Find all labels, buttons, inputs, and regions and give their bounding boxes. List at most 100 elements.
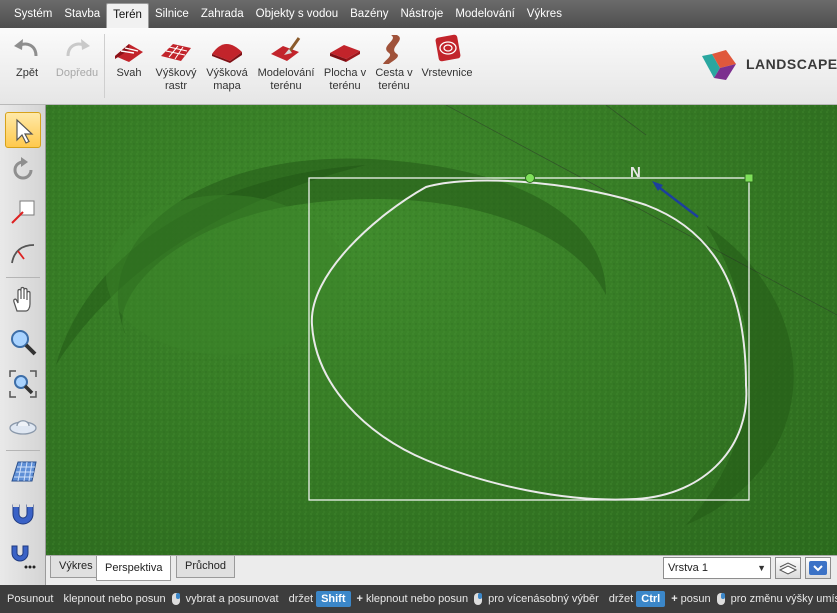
ctrl-key-badge: Ctrl — [636, 591, 666, 607]
undo-label: Zpět — [15, 67, 38, 79]
arc-tool-button[interactable] — [5, 236, 41, 272]
height-grid-button[interactable]: Výškový rastr — [152, 34, 200, 93]
ribbon: Zpět Dopředu Svah Výškový rastr Výšková … — [0, 28, 837, 105]
layers-icon — [778, 562, 798, 575]
height-map-icon — [212, 43, 242, 63]
rotate-icon — [13, 157, 33, 180]
measure-tool-button[interactable] — [5, 194, 41, 230]
magnet-settings-tool-button[interactable] — [5, 538, 41, 574]
hand-pan-icon — [13, 286, 31, 312]
rotate-tool-button[interactable] — [5, 152, 41, 188]
compass-letter: N — [630, 164, 641, 181]
terrain-path-button[interactable]: Cesta v terénu — [372, 34, 416, 93]
zoom-extents-tool-button[interactable] — [5, 366, 41, 402]
brand-text: LANDSCAPE — [746, 56, 837, 72]
height-grid-icon — [161, 44, 191, 61]
height-map-button[interactable]: Výšková mapa — [204, 34, 250, 93]
terrain-modeling-icon — [271, 37, 301, 61]
status-hint-2: držet Shift + klepnout nebo posun pro ví… — [286, 591, 602, 607]
select-tool-button[interactable] — [5, 112, 41, 148]
tab-vykres[interactable]: Výkres — [50, 556, 102, 578]
terrain-mound — [106, 195, 346, 355]
select-icon — [16, 118, 34, 144]
mouse-icon — [716, 593, 725, 605]
status-hold-1: držet — [288, 593, 314, 605]
status-hold-2: držet — [608, 593, 634, 605]
terrain-modeling-button[interactable]: Modelování terénu — [254, 34, 318, 93]
menu-modelovani[interactable]: Modelování — [449, 3, 520, 25]
undo-button[interactable]: Zpět — [6, 34, 48, 80]
contours-icon — [435, 34, 461, 62]
ribbon-separator — [104, 34, 105, 98]
height-map-label-1: Výšková — [206, 67, 248, 79]
tab-perspektiva[interactable]: Perspektiva — [96, 556, 172, 581]
shift-key-badge: Shift — [316, 591, 351, 607]
status-hint-2b: pro vícenásobný výběr — [488, 593, 599, 605]
resize-handle[interactable] — [744, 173, 754, 183]
chevron-down-icon — [809, 561, 827, 575]
status-hint-3b: pro změnu výšky umístě — [730, 593, 837, 605]
status-hint-1b: vybrat a posunovat — [185, 593, 279, 605]
menu-teren[interactable]: Terén — [106, 3, 149, 28]
layers-button[interactable] — [775, 557, 801, 579]
view-tab-strip: Výkres Perspektiva Průchod Vrstva 1 ▼ — [46, 555, 837, 585]
status-hint-2a: klepnout nebo posun — [365, 593, 469, 605]
terrain-path-icon — [383, 35, 400, 64]
contours-button[interactable]: Vrstevnice — [420, 34, 474, 80]
menu-vykres[interactable]: Výkres — [521, 3, 568, 25]
height-grid-label-1: Výškový — [155, 67, 197, 79]
terrain-area-button[interactable]: Plocha v terénu — [322, 34, 368, 93]
zoom-icon — [11, 330, 37, 356]
menu-nastroje[interactable]: Nástroje — [395, 3, 450, 25]
grid-icon — [11, 461, 37, 482]
magnet-tool-button[interactable] — [5, 496, 41, 532]
layer-dropdown-button[interactable] — [805, 557, 831, 579]
zoom-tool-button[interactable] — [5, 324, 41, 360]
terrain-path-label-1: Cesta v — [375, 67, 413, 79]
redo-icon — [66, 39, 90, 57]
menu-zahrada[interactable]: Zahrada — [195, 3, 250, 25]
arc-icon — [11, 244, 35, 264]
menu-system[interactable]: Systém — [8, 3, 58, 25]
redo-label: Dopředu — [55, 67, 99, 79]
slope-icon — [115, 44, 143, 62]
orbit-icon — [9, 420, 37, 435]
toolbar-separator — [6, 277, 40, 278]
rotation-handle[interactable] — [525, 173, 535, 183]
undo-icon — [14, 39, 38, 57]
plus-icon: + — [671, 593, 678, 605]
measure-icon — [11, 200, 35, 224]
slope-label: Svah — [116, 67, 142, 79]
menu-silnice[interactable]: Silnice — [149, 3, 195, 25]
perspective-viewport[interactable]: N — [46, 105, 837, 555]
layer-select[interactable]: Vrstva 1 ▼ — [663, 557, 771, 579]
pan-tool-button[interactable] — [5, 282, 41, 318]
terrain-area-icon — [330, 45, 360, 62]
menu-bazeny[interactable]: Bazény — [344, 3, 394, 25]
orbit-tool-button[interactable] — [5, 408, 41, 444]
terrain-scene: N — [46, 105, 837, 555]
terrain-path-label-2: terénu — [378, 80, 410, 92]
terrain-area-label-2: terénu — [329, 80, 361, 92]
menu-stavba[interactable]: Stavba — [58, 3, 106, 25]
status-hint-3: držet Ctrl + posun pro změnu výšky umíst… — [606, 591, 837, 607]
menu-objekty-s-vodou[interactable]: Objekty s vodou — [250, 3, 344, 25]
landscape-logo-icon — [702, 50, 736, 80]
layer-select-value: Vrstva 1 — [668, 562, 708, 574]
tab-pruchod[interactable]: Průchod — [176, 556, 235, 578]
brand-logo: LANDSCAPE — [700, 46, 837, 82]
contours-label: Vrstevnice — [421, 67, 473, 79]
mouse-icon — [474, 593, 483, 605]
terrain-modeling-label-1: Modelování — [257, 67, 315, 79]
status-hint-3a: posun — [680, 593, 711, 605]
left-toolbar — [0, 105, 46, 585]
terrain-modeling-label-2: terénu — [270, 80, 302, 92]
slope-button[interactable]: Svah — [112, 34, 146, 80]
status-bar: Posunout klepnout nebo posun vybrat a po… — [0, 585, 837, 613]
redo-button[interactable]: Dopředu — [52, 34, 102, 80]
grid-tool-button[interactable] — [5, 454, 41, 490]
height-grid-label-2: rastr — [165, 80, 187, 92]
chevron-down-icon: ▼ — [757, 563, 766, 573]
plus-icon: + — [356, 593, 363, 605]
terrain-area-label-1: Plocha v — [323, 67, 367, 79]
